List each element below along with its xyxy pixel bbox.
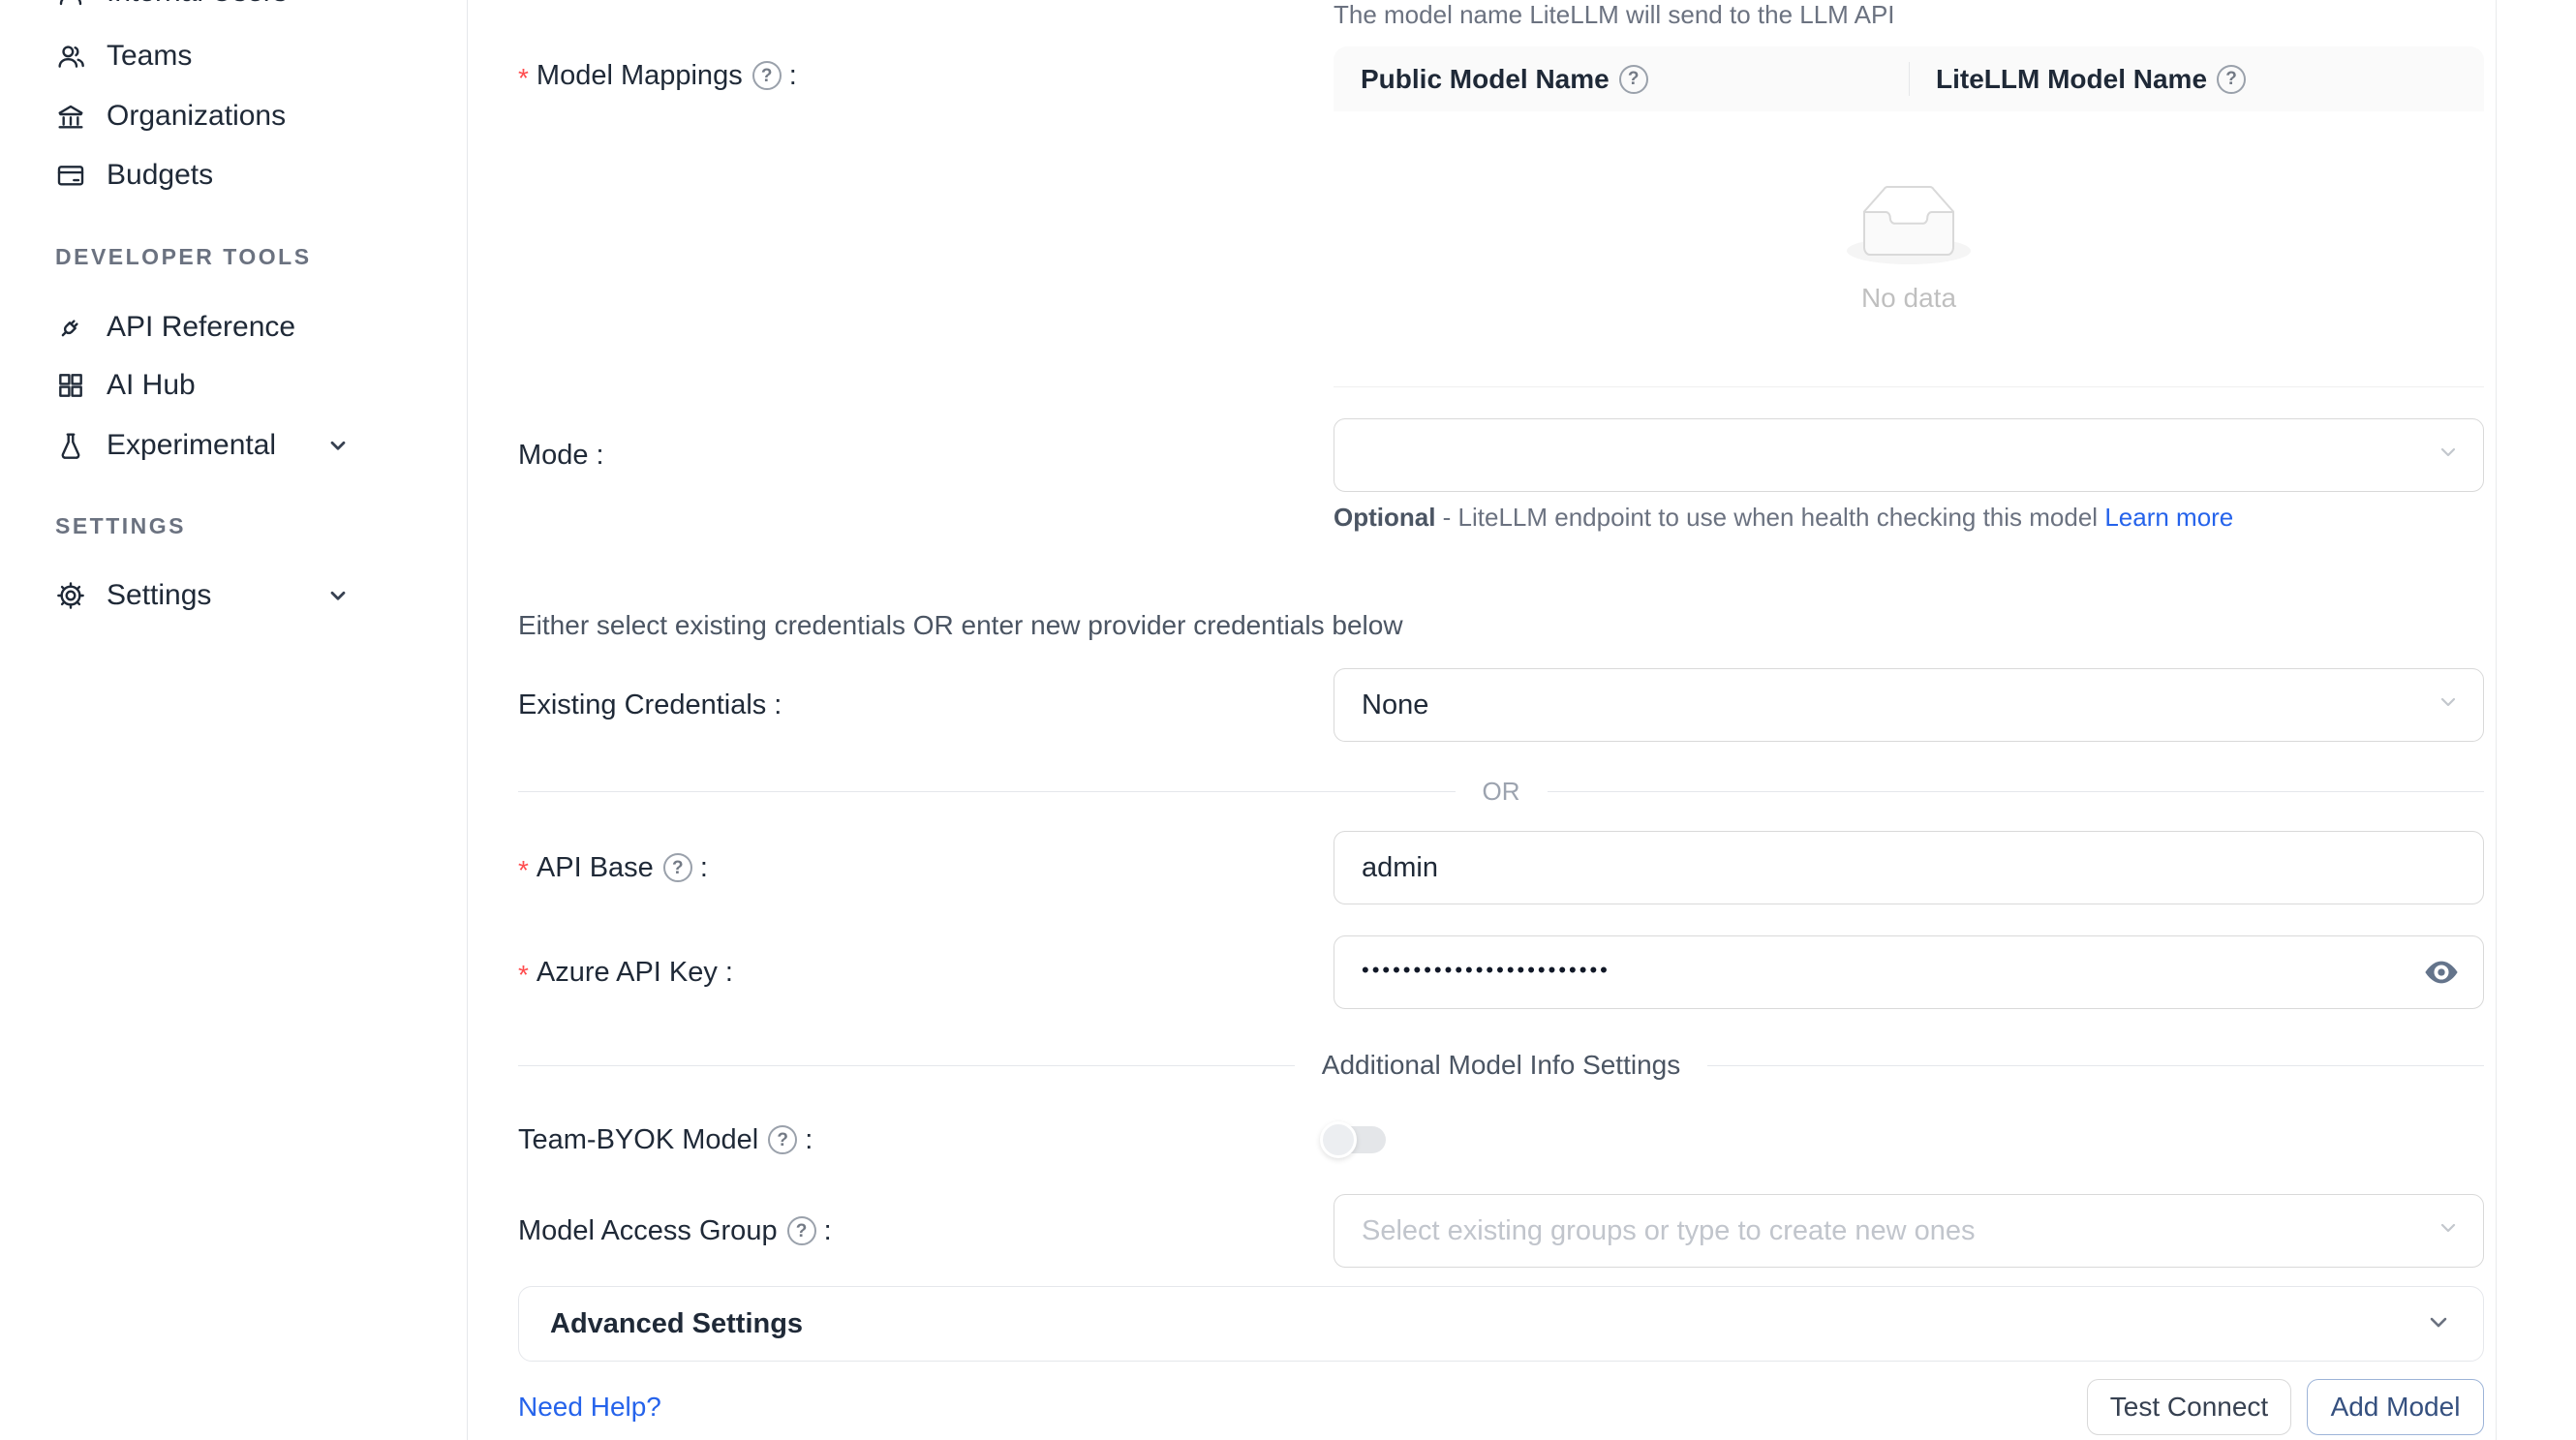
sidebar-item-settings[interactable]: Settings [0,565,468,627]
sidebar-item-label: API Reference [107,311,295,344]
existing-credentials-select[interactable]: None [1334,668,2484,742]
chevron-down-icon [2437,689,2460,721]
sidebar-item-ai-hub[interactable]: AI Hub [0,354,468,416]
mode-label: Mode : [518,418,604,492]
no-data-text: No data [1861,283,1956,314]
flask-icon [55,430,86,461]
eye-icon[interactable] [2421,952,2462,993]
required-marker: * [518,960,529,991]
mode-select[interactable] [1334,418,2484,492]
azure-api-key-label: * Azure API Key : [518,935,733,1009]
gear-icon [55,580,86,611]
team-byok-label: Team-BYOK Model ? : [518,1114,813,1166]
question-circle-icon[interactable]: ? [752,61,782,90]
model-mappings-table: Public Model Name ? LiteLLM Model Name ?… [1334,46,2484,387]
sidebar-item-teams[interactable]: Teams [0,25,468,87]
existing-credentials-value: None [1362,689,1428,721]
api-base-value: admin [1362,852,1438,884]
bank-icon [55,101,86,132]
need-help-link[interactable]: Need Help? [518,1379,661,1435]
required-marker: * [518,63,529,94]
azure-api-key-input[interactable]: •••••••••••••••••••••••• [1334,935,2484,1009]
model-access-group-label: Model Access Group ? : [518,1194,832,1268]
content-card-right-border [2496,0,2497,1440]
sidebar-item-label: Settings [107,579,211,612]
sidebar-section-developer-tools: DEVELOPER TOOLS [55,244,312,270]
question-circle-icon[interactable]: ? [1619,65,1648,94]
advanced-settings-panel[interactable]: Advanced Settings [518,1286,2484,1362]
question-circle-icon[interactable]: ? [768,1125,797,1154]
api-plug-icon [55,312,86,343]
sidebar-item-label: AI Hub [107,369,196,402]
sidebar-section-settings: SETTINGS [55,513,186,539]
sidebar-item-label: Experimental [107,429,276,462]
sidebar-item-budgets[interactable]: Budgets [0,144,468,206]
additional-model-info-divider: Additional Model Info Settings [518,1048,2484,1083]
sidebar: Internal Users Teams Organizations Budge… [0,0,468,1440]
litellm-model-name-hint: The model name LiteLLM will send to the … [1334,0,1895,30]
column-header-litellm-model-name: LiteLLM Model Name ? [1909,46,2484,111]
existing-credentials-label: Existing Credentials : [518,668,782,742]
sidebar-item-label: Budgets [107,159,213,192]
chevron-down-icon [2437,1215,2460,1247]
model-access-group-select[interactable]: Select existing groups or type to create… [1334,1194,2484,1268]
question-circle-icon[interactable]: ? [663,853,692,882]
chevron-down-icon [2437,440,2460,472]
sidebar-item-experimental[interactable]: Experimental [0,414,468,476]
table-header: Public Model Name ? LiteLLM Model Name ? [1334,46,2484,111]
sidebar-item-label: Internal Users [107,0,288,9]
team-byok-toggle[interactable] [1320,1121,1386,1158]
table-empty-state: No data [1334,111,2484,314]
masked-password-value: •••••••••••••••••••••••• [1362,958,1610,983]
or-divider: OR [518,774,2484,809]
teams-icon [55,41,86,72]
chevron-down-icon [325,583,351,608]
sidebar-item-organizations[interactable]: Organizations [0,85,468,147]
chevron-down-icon [2425,1308,2452,1340]
required-marker: * [518,855,529,886]
api-base-input[interactable]: admin [1334,831,2484,904]
question-circle-icon[interactable]: ? [787,1216,816,1245]
sidebar-item-internal-users[interactable]: Internal Users [0,0,468,23]
add-model-button[interactable]: Add Model [2307,1379,2484,1435]
model-mappings-label: * Model Mappings ? : [518,46,797,105]
sidebar-item-label: Teams [107,40,192,73]
column-divider [1909,62,1910,96]
chevron-down-icon [325,433,351,458]
column-header-public-model-name: Public Model Name ? [1334,46,1909,111]
add-model-page: Internal Users Teams Organizations Budge… [0,0,2576,1440]
api-base-label: * API Base ? : [518,831,708,904]
empty-inbox-icon [1847,185,1971,269]
mode-help-text: Optional - LiteLLM endpoint to use when … [1334,496,2321,539]
learn-more-link[interactable]: Learn more [2104,503,2233,532]
sidebar-item-label: Organizations [107,100,286,133]
question-circle-icon[interactable]: ? [2217,65,2246,94]
user-icon [55,0,86,8]
sidebar-item-api-reference[interactable]: API Reference [0,296,468,358]
model-access-group-placeholder: Select existing groups or type to create… [1362,1215,1976,1247]
credentials-note: Either select existing credentials OR en… [518,610,1403,641]
appstore-icon [55,370,86,401]
credit-card-icon [55,160,86,191]
advanced-settings-title: Advanced Settings [550,1308,803,1340]
test-connect-button[interactable]: Test Connect [2087,1379,2291,1435]
